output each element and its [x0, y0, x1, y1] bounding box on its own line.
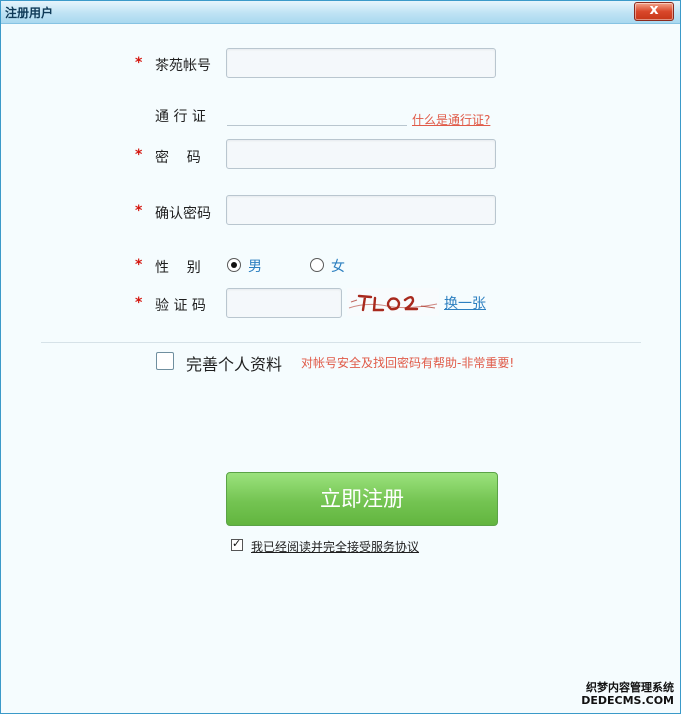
agreement-checkbox[interactable]: ✓	[231, 537, 243, 551]
gender-female-label[interactable]: 女	[331, 256, 345, 276]
agreement-link[interactable]: 我已经阅读并完全接受服务协议	[251, 538, 419, 555]
register-button[interactable]: 立即注册	[226, 472, 498, 526]
gender-male-radio[interactable]	[227, 258, 241, 272]
required-mark-captcha: *	[135, 295, 143, 311]
captcha-image[interactable]	[347, 288, 439, 316]
password-label: 密 码	[155, 150, 201, 166]
captcha-input[interactable]	[226, 288, 342, 318]
check-icon: ✓	[232, 537, 242, 550]
required-mark-confirm: *	[135, 203, 143, 219]
section-divider	[41, 342, 641, 343]
close-icon: x	[649, 2, 659, 18]
confirm-password-label: 确认密码	[155, 206, 211, 222]
complete-profile-label[interactable]: 完善个人资料	[186, 351, 282, 375]
radio-selected-dot	[231, 262, 237, 268]
required-mark-password: *	[135, 147, 143, 163]
watermark-line1: 织梦内容管理系统	[586, 681, 674, 694]
gender-male-label[interactable]: 男	[248, 256, 262, 276]
title-bar[interactable]: 注册用户 x	[1, 1, 680, 24]
confirm-password-input[interactable]	[226, 195, 496, 225]
complete-profile-hint: 对帐号安全及找回密码有帮助-非常重要!	[301, 356, 515, 370]
watermark: 织梦内容管理系统 DEDECMS.COM	[581, 681, 674, 707]
close-button[interactable]: x	[634, 2, 674, 21]
register-window: 注册用户 x * 茶苑帐号 通 行 证 什么是通行证? * 密 码 * 确认密码…	[0, 0, 681, 714]
required-mark-gender: *	[135, 257, 143, 273]
passport-help-link[interactable]: 什么是通行证?	[412, 111, 490, 128]
required-mark-account: *	[135, 55, 143, 71]
watermark-line2: DEDECMS.COM	[581, 694, 674, 707]
captcha-refresh-link[interactable]: 换一张	[444, 293, 486, 313]
window-title: 注册用户	[5, 6, 54, 20]
complete-profile-checkbox[interactable]	[156, 352, 174, 370]
passport-input[interactable]	[227, 109, 407, 126]
gender-female-radio[interactable]	[310, 258, 324, 272]
password-input[interactable]	[226, 139, 496, 169]
gender-label: 性 别	[155, 260, 201, 276]
account-input[interactable]	[226, 48, 496, 78]
account-label: 茶苑帐号	[155, 58, 211, 74]
passport-label: 通 行 证	[155, 109, 206, 125]
captcha-label: 验 证 码	[155, 298, 206, 314]
